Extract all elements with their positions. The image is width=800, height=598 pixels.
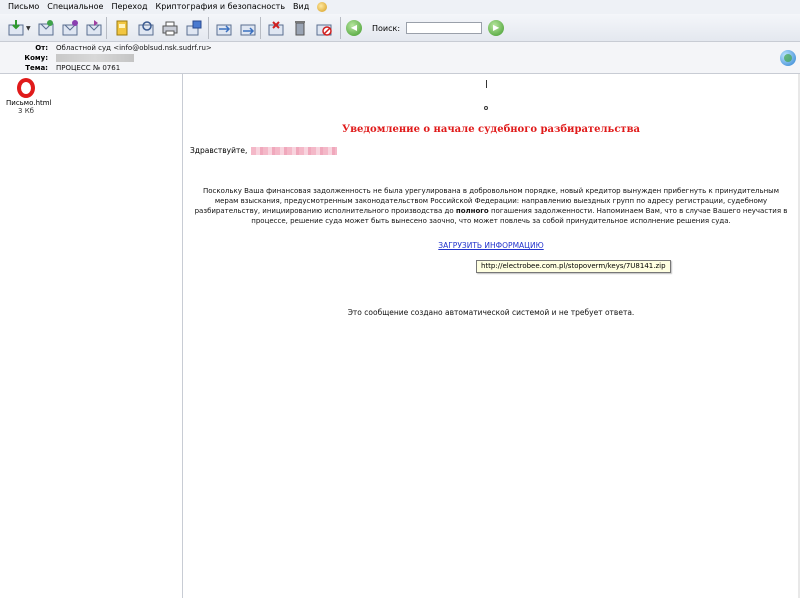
- link-tooltip: http://electrobee.com.pl/stopoverm/keys/…: [476, 260, 671, 273]
- junk-button[interactable]: [267, 19, 285, 37]
- attachment-size: 3 Кб: [18, 107, 34, 115]
- export-button[interactable]: [185, 19, 203, 37]
- back-button[interactable]: ◀: [346, 20, 362, 36]
- bullet-mark: [484, 106, 488, 110]
- search-label: Поиск:: [372, 23, 401, 33]
- download-link[interactable]: ЗАГРУЗИТЬ ИНФОРМАЦИЮ: [184, 241, 798, 250]
- get-mail-button[interactable]: [7, 19, 25, 37]
- find-button[interactable]: [137, 19, 155, 37]
- arrow-left-icon: ◀: [350, 23, 358, 32]
- toolbar-divider: [208, 17, 209, 39]
- junk-icon: [268, 21, 284, 36]
- menu-item-navigate[interactable]: Переход: [107, 0, 151, 14]
- menu-item-view[interactable]: Вид: [289, 0, 313, 14]
- toolbar-group-move: [212, 16, 260, 40]
- toolbar-group-delete: [264, 16, 336, 40]
- printer-icon: [162, 21, 178, 36]
- toolbar-divider: [106, 17, 107, 39]
- reply-icon: [62, 20, 78, 36]
- write-button[interactable]: [37, 19, 55, 37]
- chevron-down-icon[interactable]: ▼: [26, 19, 32, 37]
- from-row: От: Областной суд <info@oblsud.nsk.sudrf…: [0, 43, 212, 53]
- block-icon: [316, 24, 332, 36]
- menu-bar: Письмо Специальное Переход Криптография …: [0, 0, 800, 14]
- from-label: От:: [35, 44, 48, 52]
- attachment-item[interactable]: Письмо.html 3 Кб: [6, 78, 52, 115]
- print-button[interactable]: [161, 19, 179, 37]
- message-header: От: Областной суд <info@oblsud.nsk.sudrf…: [0, 42, 800, 74]
- sun-icon[interactable]: [317, 2, 328, 12]
- arrow-right-icon: ▶: [492, 23, 500, 32]
- menu-item-letter[interactable]: Письмо: [4, 0, 43, 14]
- export-icon: [186, 20, 202, 36]
- delete-button[interactable]: [291, 19, 309, 37]
- reply-button[interactable]: [61, 19, 79, 37]
- copy-button[interactable]: [239, 19, 257, 37]
- copy-icon: [240, 24, 256, 36]
- subject-value: ПРОЦЕСС № 0761: [56, 64, 121, 72]
- move-icon: [216, 24, 232, 36]
- toolbar-group-actions: [110, 16, 206, 40]
- to-row: Кому:: [0, 53, 134, 63]
- greeting-text: Здравствуйте,: [190, 146, 248, 155]
- text-cursor-mark: [486, 80, 487, 88]
- get-mail-icon: [8, 20, 24, 36]
- toolbar-group-mail: ▼: [4, 16, 106, 40]
- opera-icon: [17, 78, 35, 98]
- from-value[interactable]: Областной суд <info@oblsud.nsk.sudrf.ru>: [52, 44, 212, 52]
- redacted-name: [251, 146, 338, 155]
- block-button[interactable]: [315, 19, 333, 37]
- subject-row: Тема: ПРОЦЕСС № 0761: [0, 63, 120, 73]
- redacted-recipient: [56, 54, 134, 62]
- subject-label: Тема:: [25, 64, 48, 72]
- attachment-name: Письмо.html: [6, 99, 52, 107]
- address-book-button[interactable]: [113, 19, 131, 37]
- menu-item-special[interactable]: Специальное: [43, 0, 107, 14]
- toolbar-divider: [260, 17, 261, 39]
- write-icon: [38, 20, 54, 36]
- toolbar-divider: [340, 17, 341, 39]
- message-title: Уведомление о начале судебного разбирате…: [341, 124, 641, 135]
- paragraph-bold: полного: [455, 207, 489, 215]
- forward-icon: [86, 20, 102, 36]
- footer-note: Это сообщение создано автоматической сис…: [347, 308, 635, 317]
- to-label: Кому:: [24, 54, 48, 62]
- menu-item-crypto[interactable]: Криптография и безопасность: [152, 0, 290, 14]
- notice-paragraph: Поскольку Ваша финансовая задолженность …: [192, 186, 790, 226]
- move-button[interactable]: [215, 19, 233, 37]
- attachment-panel: Письмо.html 3 Кб: [0, 74, 183, 598]
- toolbar: ▼ ◀ Поиск: ▶: [0, 14, 800, 42]
- message-body: Уведомление о начале судебного разбирате…: [184, 74, 798, 598]
- trash-icon: [295, 21, 305, 36]
- greeting-line: Здравствуйте,: [190, 146, 338, 155]
- search-input[interactable]: [406, 22, 483, 34]
- address-book-icon: [116, 20, 128, 36]
- magnifier-icon: [138, 21, 154, 36]
- forward-button[interactable]: [85, 19, 103, 37]
- globe-icon[interactable]: [780, 50, 796, 66]
- forward-nav-button[interactable]: ▶: [488, 20, 505, 36]
- search-group: ◀ Поиск: ▶: [346, 16, 505, 40]
